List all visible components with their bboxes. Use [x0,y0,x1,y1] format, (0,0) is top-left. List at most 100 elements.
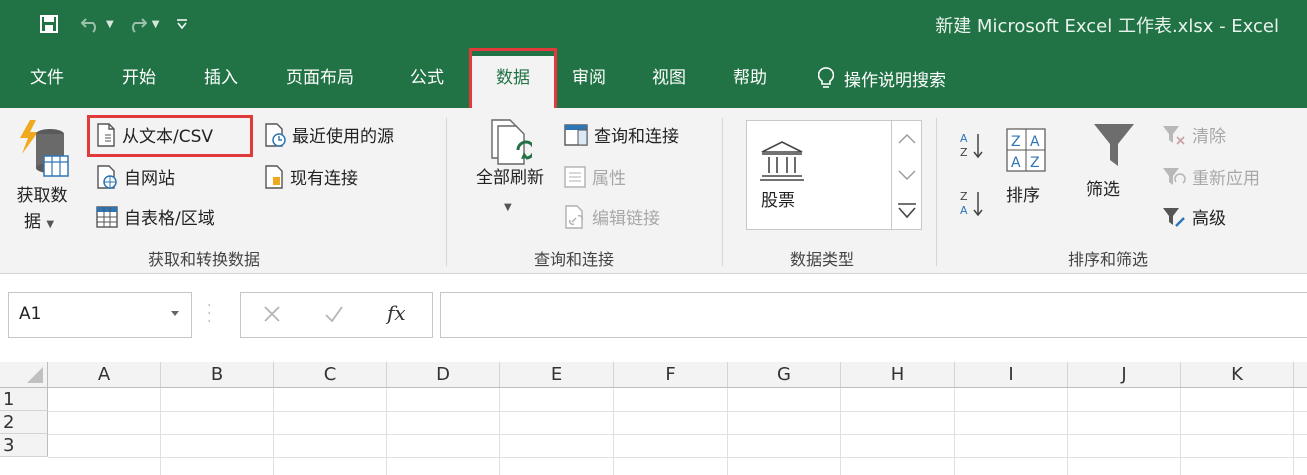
select-all-corner[interactable] [0,362,48,388]
advanced-filter-icon [1163,207,1185,227]
column-header[interactable]: H [841,362,955,388]
sort-descending-button[interactable]: ZA [958,188,992,224]
queries-connections-button[interactable]: 查询和连接 [564,122,679,147]
column-header[interactable]: K [1181,362,1294,388]
clear-filter-button[interactable]: 清除 [1162,122,1226,147]
sort-button[interactable]: ZAAZ 排序 [1000,124,1060,224]
tab-view[interactable]: 视图 [652,64,686,92]
row-header[interactable]: 1 [0,388,48,411]
existing-connections-icon [265,164,283,189]
worksheet-grid: A B C D E F G H I J K 1 2 3 [0,362,1307,475]
refresh-all-button[interactable]: 全部刷新 ▼ [464,116,556,236]
redo-dropdown-icon[interactable]: ▼ [152,19,160,30]
row-header[interactable]: 2 [0,411,48,434]
sort-label: 排序 [1006,186,1040,206]
tab-review[interactable]: 审阅 [572,64,606,92]
undo-dropdown-icon[interactable]: ▼ [106,19,114,30]
stocks-label: 股票 [761,191,795,211]
chevron-down-icon[interactable] [169,307,181,319]
gallery-up-icon[interactable] [892,121,921,157]
save-icon[interactable] [36,11,62,37]
get-data-label-2-row: 据 ▼ [24,210,54,237]
tab-page-layout[interactable]: 页面布局 [286,64,354,92]
column-header[interactable]: C [274,362,387,388]
column-header[interactable]: G [728,362,841,388]
redo-icon[interactable] [124,11,150,37]
column-header-overflow [1294,362,1307,388]
column-header[interactable]: I [955,362,1068,388]
sort-ascending-button[interactable]: AZ [958,130,992,166]
insert-function-icon[interactable]: fx [387,301,406,325]
from-web-button[interactable]: 自网站 [96,164,175,189]
tell-me-label: 操作说明搜索 [844,70,946,91]
column-header[interactable]: E [500,362,614,388]
get-data-button[interactable]: 获取数 据 ▼ [10,114,69,238]
tell-me-search[interactable]: 操作说明搜索 [818,64,946,92]
from-table-range-button[interactable]: 自表格/区域 [96,204,215,229]
formula-bar: A1 · · · fx [0,274,1307,362]
grid-line [386,388,387,475]
bank-icon [760,141,804,181]
tab-file[interactable]: 文件 [30,64,64,92]
filter-label: 筛选 [1086,180,1120,200]
name-box[interactable]: A1 [8,292,192,338]
gallery-down-icon[interactable] [892,157,921,193]
ribbon-tabs: 文件 开始 插入 页面布局 公式 数据 审阅 视图 帮助 操作说明搜索 [0,48,1307,108]
sort-descending-icon: ZA [960,190,983,217]
grid-line [840,388,841,475]
group-label-sort-filter: 排序和筛选 [1068,250,1149,269]
column-header[interactable]: B [161,362,274,388]
refresh-all-label: 全部刷新 [476,168,544,188]
column-header[interactable]: D [387,362,500,388]
group-separator [722,118,723,266]
group-separator [446,118,447,266]
stocks-button[interactable]: 股票 [747,121,891,229]
formula-input[interactable] [440,292,1307,338]
recent-sources-button[interactable]: 最近使用的源 [264,122,394,147]
enter-icon[interactable] [323,303,345,325]
properties-icon [564,165,586,188]
properties-button[interactable]: 属性 [564,164,626,189]
recent-sources-label: 最近使用的源 [292,127,394,147]
from-text-csv-button[interactable]: 从文本/CSV [96,122,213,147]
from-table-range-label: 自表格/区域 [124,209,215,229]
from-web-label: 自网站 [124,169,175,189]
gallery-more-icon[interactable] [892,193,921,229]
existing-connections-button[interactable]: 现有连接 [264,164,358,189]
column-header[interactable]: A [48,362,161,388]
quick-access-toolbar: ▼ ▼ [36,10,195,38]
column-header[interactable]: J [1068,362,1181,388]
reapply-icon [1163,167,1186,185]
clear-filter-icon [1163,125,1185,145]
grid-line [1293,388,1294,475]
sort-ascending-icon: AZ [960,132,983,159]
group-label-get-transform: 获取和转换数据 [148,250,261,269]
group-label-queries: 查询和连接 [534,250,615,269]
formula-bar-resize-handle[interactable]: · · · [207,299,211,329]
database-icon [20,120,69,177]
cancel-icon[interactable] [261,303,283,325]
tab-data[interactable]: 数据 [472,56,554,108]
undo-icon[interactable] [78,11,104,37]
customize-qat-icon[interactable] [169,11,195,37]
edit-links-button[interactable]: 编辑链接 [564,204,660,229]
data-types-gallery[interactable]: 股票 [746,120,922,230]
svg-text:Z: Z [960,146,968,159]
web-file-icon [97,164,117,189]
svg-text:A: A [960,204,968,217]
reapply-label: 重新应用 [1192,169,1260,189]
group-separator [936,118,937,266]
grid-line [1067,388,1068,475]
column-header[interactable]: F [614,362,728,388]
get-data-label-2: 据 [24,212,41,232]
advanced-filter-button[interactable]: 高级 [1162,204,1226,229]
tab-insert[interactable]: 插入 [204,64,238,92]
tab-help[interactable]: 帮助 [733,64,767,92]
svg-text:Z: Z [1011,134,1021,150]
tab-formulas[interactable]: 公式 [410,64,444,92]
grid-line [48,457,1307,458]
row-header[interactable]: 3 [0,434,48,457]
reapply-button[interactable]: 重新应用 [1162,164,1260,189]
tab-home[interactable]: 开始 [122,64,156,92]
filter-button[interactable]: 筛选 [1086,120,1146,224]
